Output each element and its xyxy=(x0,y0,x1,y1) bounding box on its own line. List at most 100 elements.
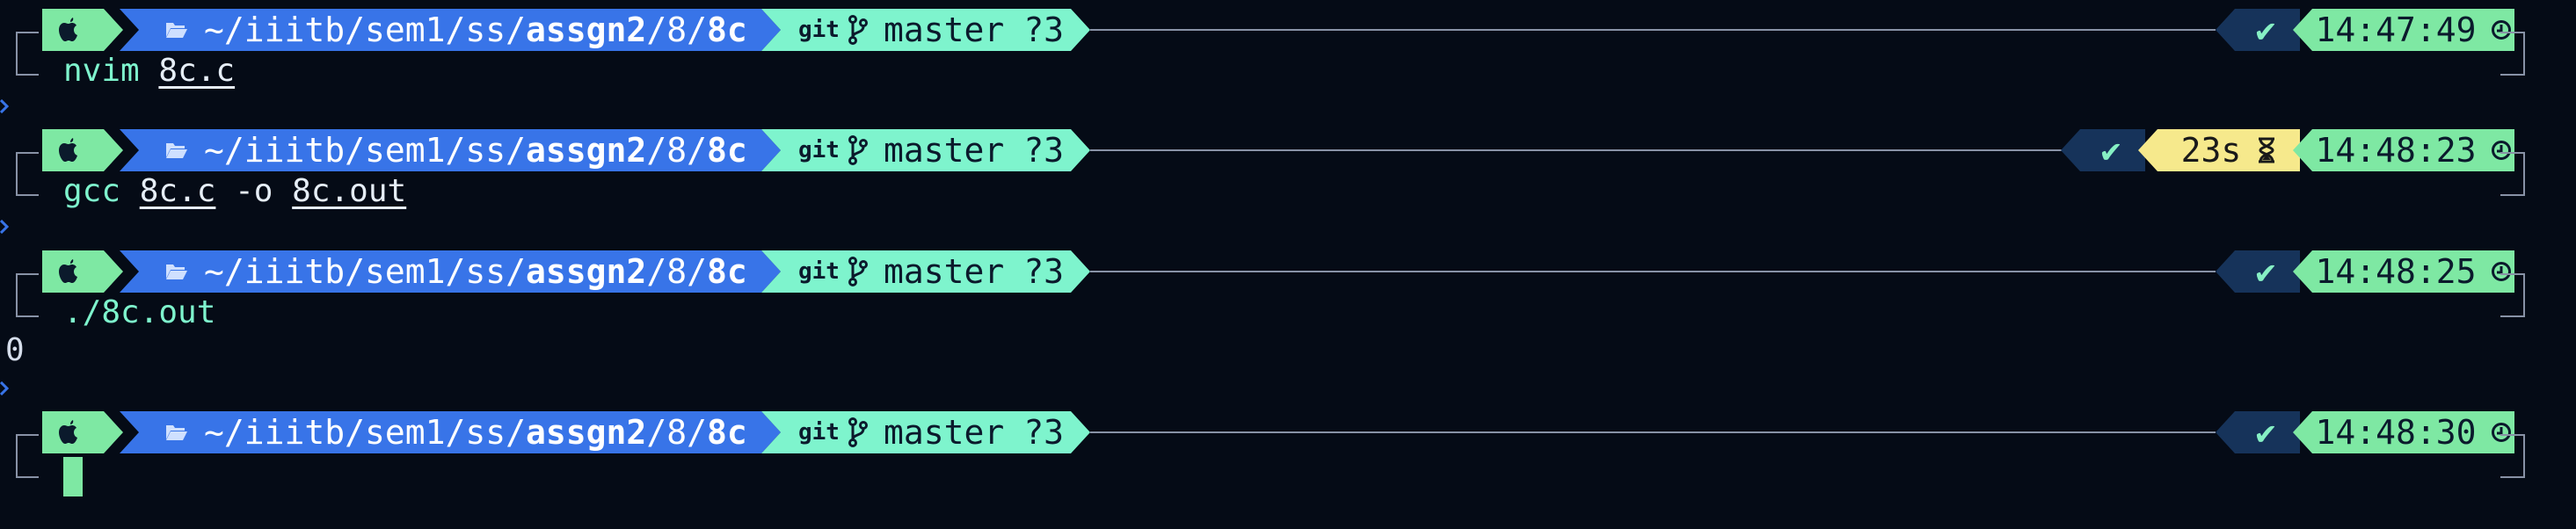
prompt-separator-line xyxy=(1090,149,2068,151)
status-check: ✔ xyxy=(2100,131,2121,170)
command-arg: 8c.c xyxy=(139,173,216,209)
frame-right xyxy=(2500,273,2525,317)
dir-last: 8c xyxy=(706,252,747,291)
program-output: 0 xyxy=(5,332,25,368)
directory-segment: ~/iiitb/sem1/ss/assgn2/8/8c xyxy=(120,250,781,293)
frame-left xyxy=(16,32,39,76)
time-segment: 14:48:30 xyxy=(2293,411,2514,453)
time-segment: 14:48:23 xyxy=(2293,129,2514,171)
git-status: ?3 xyxy=(1023,252,1065,291)
time-segment: 14:47:49 xyxy=(2293,9,2514,51)
frame-left xyxy=(16,434,39,478)
os-segment xyxy=(42,9,123,51)
dir-last: 8c xyxy=(706,413,747,452)
branch-name: master xyxy=(883,131,1005,170)
git-label: git xyxy=(798,258,840,285)
command-flag: -o xyxy=(235,173,273,209)
directory-segment: ~/iiitb/sem1/ss/assgn2/8/8c xyxy=(120,411,781,453)
status-segment: ✔ xyxy=(2216,250,2300,293)
timestamp: 14:48:30 xyxy=(2315,413,2477,452)
git-label: git xyxy=(798,17,840,43)
status-check: ✔ xyxy=(2255,11,2276,49)
prompt-line-1: ~/iiitb/sem1/ss/assgn2/8/8c git master ?… xyxy=(42,9,2514,51)
folder-open-icon xyxy=(165,423,188,442)
git-segment: git master ?3 xyxy=(761,411,1090,453)
command-name: nvim xyxy=(63,53,140,89)
prompt-separator-line xyxy=(1090,431,2216,433)
git-segment: git master ?3 xyxy=(761,9,1090,51)
git-status: ?3 xyxy=(1023,413,1065,452)
branch-name: master xyxy=(883,252,1005,291)
dir-prefix: ~/iiitb/sem1/ss/ xyxy=(204,11,527,49)
apple-icon xyxy=(56,257,81,286)
frame-left xyxy=(16,152,39,196)
terminal-cursor[interactable] xyxy=(63,457,83,496)
apple-icon xyxy=(56,16,81,44)
duration: 23s xyxy=(2180,131,2242,170)
dir-mid: /8/ xyxy=(646,131,707,170)
timestamp: 14:47:49 xyxy=(2315,11,2477,49)
status-check: ✔ xyxy=(2255,252,2276,291)
status-check: ✔ xyxy=(2255,413,2276,452)
os-segment xyxy=(42,129,123,171)
folder-open-icon xyxy=(165,20,188,40)
command-name: gcc xyxy=(63,173,121,209)
duration-segment: 23s xyxy=(2138,129,2300,171)
prompt-separator-line xyxy=(1090,29,2216,31)
git-branch-icon xyxy=(848,257,868,286)
dir-last: 8c xyxy=(706,11,747,49)
git-status: ?3 xyxy=(1023,131,1065,170)
status-segment: ✔ xyxy=(2216,411,2300,453)
command-arg: 8c.out xyxy=(292,173,407,209)
time-segment: 14:48:25 xyxy=(2293,250,2514,293)
prompt-line-4: ~/iiitb/sem1/ss/assgn2/8/8c git master ?… xyxy=(42,411,2514,453)
dir-mid: /8/ xyxy=(646,252,707,291)
chevron-right-icon xyxy=(0,381,9,395)
folder-open-icon xyxy=(165,141,188,160)
dir-bold: assgn2 xyxy=(526,131,647,170)
frame-right xyxy=(2500,32,2525,76)
dir-prefix: ~/iiitb/sem1/ss/ xyxy=(204,413,527,452)
command-line: ./8c.out xyxy=(63,294,215,330)
dir-prefix: ~/iiitb/sem1/ss/ xyxy=(204,131,527,170)
prompt-separator-line xyxy=(1090,271,2216,272)
git-label: git xyxy=(798,419,840,446)
apple-icon xyxy=(56,418,81,446)
timestamp: 14:48:23 xyxy=(2315,131,2477,170)
os-segment xyxy=(42,250,123,293)
command-line: nvim 8c.c xyxy=(63,53,235,89)
status-segment: ✔ xyxy=(2061,129,2145,171)
chevron-right-icon xyxy=(0,99,9,113)
timestamp: 14:48:25 xyxy=(2315,252,2477,291)
command-arg: 8c.c xyxy=(158,53,236,89)
prompt-line-3: ~/iiitb/sem1/ss/assgn2/8/8c git master ?… xyxy=(42,250,2514,293)
git-branch-icon xyxy=(848,135,868,165)
git-branch-icon xyxy=(848,15,868,45)
directory-segment: ~/iiitb/sem1/ss/assgn2/8/8c xyxy=(120,129,781,171)
dir-mid: /8/ xyxy=(646,413,707,452)
folder-open-icon xyxy=(165,262,188,281)
branch-name: master xyxy=(883,11,1005,49)
os-segment xyxy=(42,411,123,453)
dir-bold: assgn2 xyxy=(526,413,647,452)
git-label: git xyxy=(798,137,840,163)
branch-name: master xyxy=(883,413,1005,452)
hourglass-icon xyxy=(2259,137,2275,163)
dir-prefix: ~/iiitb/sem1/ss/ xyxy=(204,252,527,291)
frame-left xyxy=(16,273,39,317)
frame-right xyxy=(2500,152,2525,196)
git-status: ?3 xyxy=(1023,11,1065,49)
dir-last: 8c xyxy=(706,131,747,170)
status-segment: ✔ xyxy=(2216,9,2300,51)
dir-bold: assgn2 xyxy=(526,252,647,291)
git-segment: git master ?3 xyxy=(761,250,1090,293)
command-line: gcc 8c.c -o 8c.out xyxy=(63,173,406,209)
command-name: ./8c.out xyxy=(63,294,216,330)
prompt-line-2: ~/iiitb/sem1/ss/assgn2/8/8c git master ?… xyxy=(42,129,2514,171)
chevron-right-icon xyxy=(0,220,9,234)
dir-mid: /8/ xyxy=(646,11,707,49)
apple-icon xyxy=(56,136,81,164)
directory-segment: ~/iiitb/sem1/ss/assgn2/8/8c xyxy=(120,9,781,51)
git-branch-icon xyxy=(848,417,868,447)
dir-bold: assgn2 xyxy=(526,11,647,49)
